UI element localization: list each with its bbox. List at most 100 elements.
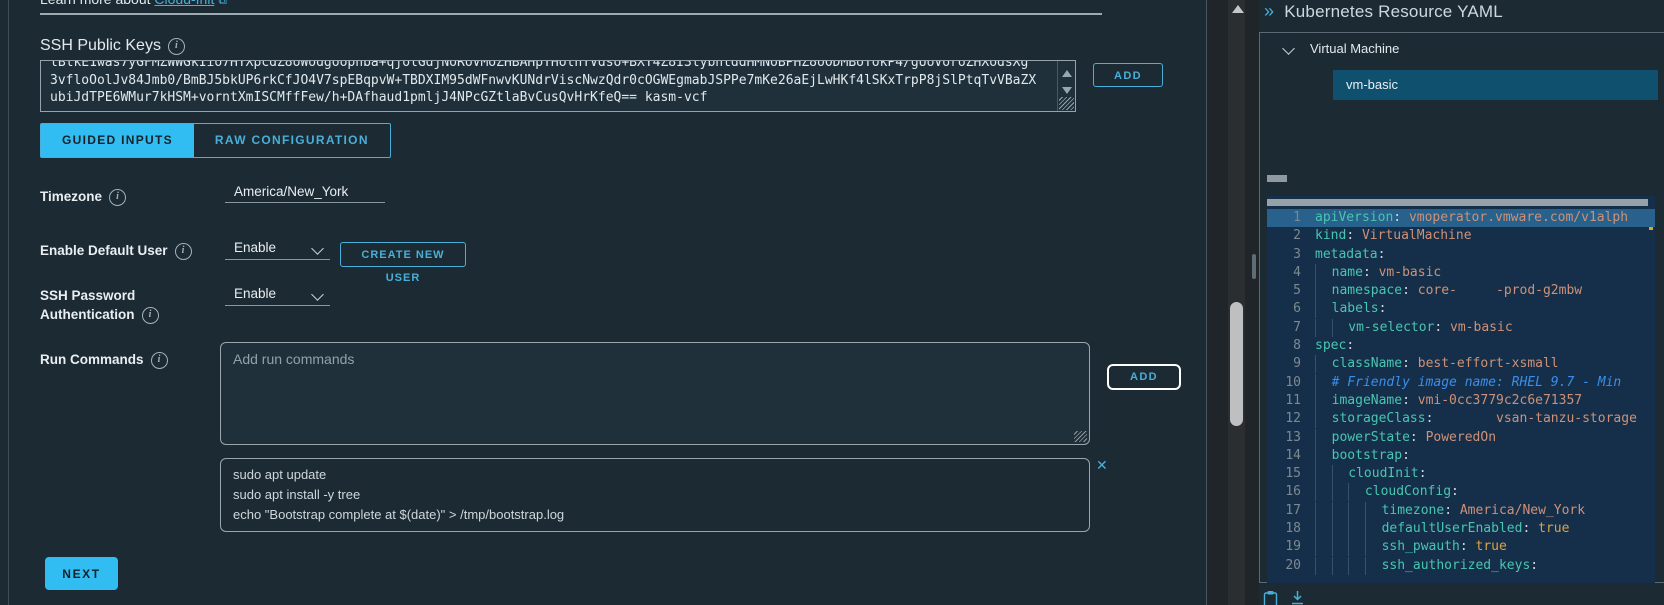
indent-guide xyxy=(1315,501,1332,520)
line-number: 16 xyxy=(1285,484,1301,500)
indent-guide xyxy=(1315,520,1332,539)
info-icon[interactable]: i xyxy=(109,189,127,206)
indent-guide xyxy=(1331,318,1349,337)
yaml-code-editor[interactable]: 1 apiVersion: vmoperator.vmware.com/v1alp… xyxy=(1267,196,1655,583)
line-number: 9 xyxy=(1293,356,1301,372)
line-number: 17 xyxy=(1285,502,1301,518)
code-line: 5 namespace: core- -prod-g2mbw xyxy=(1267,282,1655,301)
indent-guide xyxy=(1315,446,1332,465)
line-number: 4 xyxy=(1293,264,1301,280)
run-commands-entry[interactable]: sudo apt update sudo apt install -y tree e… xyxy=(220,458,1090,532)
resize-grip-icon[interactable] xyxy=(1074,431,1087,442)
scroll-up-icon[interactable] xyxy=(1232,5,1244,13)
indent-guide xyxy=(1331,465,1349,484)
command-line: sudo apt update xyxy=(233,467,327,482)
indent-guide xyxy=(1348,556,1365,575)
ssh-keys-textarea[interactable]: lBlkE1was7yGFMZWWGkIio7HYXpcdZ8oWodgooph… xyxy=(40,60,1076,112)
indent-guide xyxy=(1315,282,1332,301)
tree-hscrollbar-thumb[interactable] xyxy=(1267,175,1287,182)
run-commands-textarea[interactable]: Add run commands xyxy=(220,342,1090,445)
code-line: 17 timezone: America/New_York xyxy=(1267,501,1655,520)
resize-grip-icon[interactable] xyxy=(1059,97,1074,110)
scrollbar-gutter xyxy=(1207,0,1259,605)
ssh-key-line: lBlkE1was7yGFMZWWGkIio7HYXpcdZ8oWodgooph… xyxy=(50,60,1029,70)
tree-group-virtual-machine[interactable]: Virtual Machine xyxy=(1310,41,1399,56)
scroll-down-icon[interactable] xyxy=(1062,87,1072,94)
indent-guide xyxy=(1331,556,1349,575)
code-actions xyxy=(1263,590,1305,605)
ssh-key-line: ubiJdTPE6WMur7kHSM+vorntXmISCMffFew/h+DA… xyxy=(50,90,708,105)
indent-guide xyxy=(1331,520,1349,539)
indent-guide xyxy=(1348,538,1365,557)
line-number: 3 xyxy=(1293,246,1301,262)
next-button[interactable]: NEXT xyxy=(45,557,118,590)
code-line: 15 cloudInit: xyxy=(1267,465,1655,484)
line-number: 14 xyxy=(1285,447,1301,463)
indent-guide xyxy=(1331,501,1349,520)
code-line: 3 metadata: xyxy=(1267,246,1655,264)
info-icon[interactable]: i xyxy=(150,352,168,369)
indent-guide xyxy=(1364,501,1382,520)
indent-guide xyxy=(1364,538,1382,557)
tab-guided-inputs[interactable]: GUIDED INPUTS xyxy=(41,124,194,157)
enable-default-user-label: Enable Default User i xyxy=(40,243,192,260)
indent-guide xyxy=(1364,556,1382,575)
line-number: 12 xyxy=(1285,411,1301,427)
cloud-init-link[interactable]: Cloud-Init xyxy=(154,0,214,7)
ssh-password-auth-label: SSH Password Authentication i xyxy=(40,288,159,324)
close-icon[interactable]: ✕ xyxy=(1096,457,1108,474)
copy-icon[interactable] xyxy=(1263,590,1278,605)
download-icon[interactable] xyxy=(1290,590,1305,605)
ssh-keys-textarea-content: lBlkE1was7yGFMZWWGkIio7HYXpcdZ8oWodgooph… xyxy=(50,60,1051,107)
yaml-panel-header: » Kubernetes Resource YAML xyxy=(1264,1,1503,22)
ssh-password-select[interactable]: Enable xyxy=(225,286,330,306)
indent-guide xyxy=(1331,538,1349,557)
indent-guide xyxy=(1315,318,1332,337)
code-line: 1 apiVersion: vmoperator.vmware.com/v1alp… xyxy=(1267,209,1655,228)
create-new-user-button[interactable]: CREATE NEW USER xyxy=(340,242,466,284)
default-user-select[interactable]: Enable xyxy=(225,240,330,260)
line-number: 1 xyxy=(1293,210,1301,225)
tree-item-vm-basic[interactable]: vm-basic xyxy=(1333,70,1658,100)
code-hscrollbar-thumb[interactable] xyxy=(1267,199,1648,206)
tab-raw-configuration[interactable]: RAW CONFIGURATION xyxy=(194,124,390,157)
code-line: 2 kind: VirtualMachine xyxy=(1267,227,1655,245)
indent-guide xyxy=(1331,483,1349,502)
indent-guide xyxy=(1315,300,1332,319)
panel-scrollbar-thumb[interactable] xyxy=(1252,254,1256,279)
code-line: 14 bootstrap: xyxy=(1267,446,1655,465)
ssh-add-button[interactable]: ADD xyxy=(1093,63,1163,87)
indent-guide xyxy=(1315,373,1332,392)
indent-guide xyxy=(1315,410,1332,429)
indent-guide xyxy=(1348,501,1365,520)
main-scrollbar-thumb[interactable] xyxy=(1230,302,1243,426)
code-line: 7 vm-selector: vm-basic xyxy=(1267,318,1655,337)
line-number: 10 xyxy=(1285,374,1301,390)
scroll-up-icon[interactable] xyxy=(1062,70,1072,77)
command-line: sudo apt install -y tree xyxy=(233,487,361,502)
code-line: 18 defaultUserEnabled: true xyxy=(1267,520,1655,539)
info-icon[interactable]: i xyxy=(167,38,185,55)
run-commands-add-button[interactable]: ADD xyxy=(1107,364,1181,390)
run-commands-label: Run Commands i xyxy=(40,352,168,369)
line-number: 6 xyxy=(1293,301,1301,317)
indent-guide xyxy=(1348,520,1365,539)
indent-guide xyxy=(1315,428,1332,447)
code-line: 16 cloudConfig: xyxy=(1267,483,1655,502)
code-line: 10 # Friendly image name: RHEL 9.7 - Min xyxy=(1267,373,1655,392)
ssh-key-line: 3vfloOolJv84Jmb0/BmBJ5bkUP6rkCfJO4V7spEB… xyxy=(50,72,1037,88)
line-number: 13 xyxy=(1285,429,1301,445)
collapse-panel-icon[interactable]: » xyxy=(1264,1,1274,21)
line-number: 7 xyxy=(1293,319,1301,335)
info-icon[interactable]: i xyxy=(141,307,159,324)
code-line: 13 powerState: PoweredOn xyxy=(1267,428,1655,447)
code-line: 20 ssh_authorized_keys: xyxy=(1267,556,1655,575)
section-divider xyxy=(40,13,1102,15)
indent-guide xyxy=(1315,355,1332,374)
code-line: 6 labels: xyxy=(1267,300,1655,319)
timezone-input[interactable]: America/New_York xyxy=(225,184,385,203)
indent-guide xyxy=(1315,391,1332,410)
info-icon[interactable]: i xyxy=(174,243,192,260)
indent-guide xyxy=(1315,483,1332,502)
yaml-panel-title: Kubernetes Resource YAML xyxy=(1284,2,1503,21)
